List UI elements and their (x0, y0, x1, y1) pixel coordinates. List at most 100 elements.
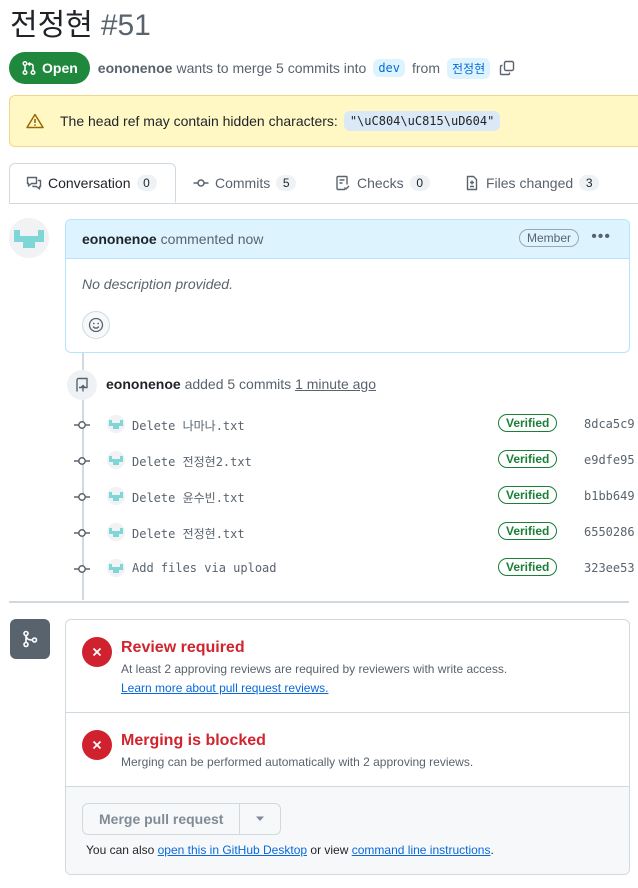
verified-badge[interactable]: Verified (498, 450, 558, 468)
comment-body: No description provided. (82, 276, 233, 292)
pr-number: #51 (100, 9, 151, 42)
merging-blocked-title: Merging is blocked (121, 732, 266, 749)
merge-alternatives: You can also open this in GitHub Desktop… (86, 843, 494, 857)
state-label: Open (42, 60, 78, 76)
review-required-title: Review required (121, 639, 245, 656)
push-author[interactable]: eononenoe (106, 376, 181, 392)
merge-pull-request-button[interactable]: Merge pull request (83, 804, 241, 834)
commit-row: Delete 나마나.txt Verified 8dca5c9 (72, 413, 638, 437)
commit-dot-icon (72, 562, 92, 579)
commit-sha-link[interactable]: e9dfe95 (584, 453, 635, 467)
open-desktop-link[interactable]: open this in GitHub Desktop (158, 843, 307, 857)
tab-files-changed[interactable]: Files changed 3 (464, 163, 600, 203)
commit-message-link[interactable]: Delete 윤수빈.txt (132, 489, 245, 506)
repo-push-icon (67, 370, 97, 400)
review-required-text: At least 2 approving reviews are require… (121, 662, 508, 676)
smiley-icon (88, 317, 104, 333)
alert-icon (26, 113, 44, 129)
commit-dot-icon (72, 418, 92, 435)
timeline-divider (9, 601, 629, 603)
tab-checks[interactable]: Checks 0 (335, 163, 430, 203)
avatar-identicon (9, 218, 49, 258)
commit-message-link[interactable]: Delete 나마나.txt (132, 417, 245, 434)
commit-author-avatar[interactable] (107, 415, 125, 433)
review-required-section: Review required At least 2 approving rev… (66, 620, 629, 713)
base-branch[interactable]: dev (373, 59, 405, 77)
pr-author-link[interactable]: eononenoe (98, 60, 173, 76)
also-middle: or view (310, 843, 349, 857)
kebab-icon[interactable]: ••• (591, 228, 611, 246)
pr-title-row: 전정현 #51 (10, 8, 151, 44)
verified-badge[interactable]: Verified (498, 486, 558, 504)
copy-branch-button[interactable] (499, 60, 515, 76)
x-circle-icon (82, 637, 112, 667)
commit-sha-link[interactable]: b1bb649 (584, 489, 635, 503)
from-text: from (412, 60, 440, 76)
verified-badge[interactable]: Verified (498, 414, 558, 432)
commit-row: Delete 전정현.txt Verified 6550286 (72, 521, 638, 545)
commit-message-link[interactable]: Add files via upload (132, 561, 277, 575)
commit-author-avatar[interactable] (107, 523, 125, 541)
pr-tabs: Conversation 0 Commits 5 Checks 0 Files … (9, 163, 638, 204)
pr-meta: Open eononenoe wants to merge 5 commits … (9, 52, 515, 84)
state-badge: Open (9, 52, 90, 84)
tab-counter: 0 (136, 175, 157, 191)
tab-label: Conversation (48, 175, 131, 191)
warning-code: "\uC804\uC815\uD604" (343, 111, 501, 131)
checklist-icon (336, 175, 350, 191)
hidden-characters-warning: The head ref may contain hidden characte… (9, 95, 638, 147)
cli-instructions-link[interactable]: command line instructions (352, 843, 491, 857)
merging-blocked-text: Merging can be performed automatically w… (121, 755, 474, 769)
review-docs-link[interactable]: Learn more about pull request reviews. (121, 681, 328, 695)
triangle-down-icon (256, 816, 265, 821)
verified-badge[interactable]: Verified (498, 522, 558, 540)
tab-counter: 5 (276, 175, 297, 191)
push-event: eononenoe added 5 commits 1 minute ago (106, 376, 376, 392)
commit-author-avatar[interactable] (107, 451, 125, 469)
merging-blocked-section: Merging is blocked Merging can be perfor… (66, 713, 629, 787)
tab-commits[interactable]: Commits 5 (193, 163, 297, 203)
merge-text: wants to merge 5 commits into (176, 60, 367, 76)
merge-button-group: Merge pull request (82, 803, 282, 835)
also-suffix: . (490, 843, 494, 857)
commit-icon (193, 179, 209, 187)
commit-sha-link[interactable]: 8dca5c9 (584, 417, 635, 431)
commit-row: Delete 전정현2.txt Verified e9dfe95 (72, 449, 638, 473)
commit-row: Add files via upload Verified 323ee53 (72, 557, 638, 581)
tab-label: Checks (357, 175, 404, 191)
copy-icon (499, 60, 515, 76)
push-time[interactable]: 1 minute ago (295, 376, 376, 392)
also-prefix: You can also (86, 843, 155, 857)
pr-title: 전정현 (10, 9, 93, 42)
commit-sha-link[interactable]: 6550286 (584, 525, 635, 539)
tab-label: Files changed (486, 175, 574, 191)
commit-sha-link[interactable]: 323ee53 (584, 561, 635, 575)
tab-label: Commits (215, 175, 271, 191)
comment-discussion-icon (26, 176, 42, 190)
pr-description-comment: eononenoe commented now Member ••• No de… (65, 219, 630, 353)
head-branch[interactable]: 전정현 (447, 57, 491, 79)
member-badge: Member (518, 229, 579, 247)
commit-message-link[interactable]: Delete 전정현2.txt (132, 453, 252, 470)
add-reaction-button[interactable] (82, 311, 110, 339)
commit-author-avatar[interactable] (107, 487, 125, 505)
verified-badge[interactable]: Verified (498, 558, 558, 576)
merge-method-dropdown[interactable] (240, 804, 280, 834)
merge-action-section: Merge pull request You can also open thi… (66, 787, 629, 874)
merge-box: Review required At least 2 approving rev… (65, 619, 630, 875)
file-diff-icon (466, 175, 478, 191)
tab-counter: 0 (409, 175, 430, 191)
commit-dot-icon (72, 526, 92, 543)
comment-author[interactable]: eononenoe (82, 231, 157, 247)
git-merge-icon (10, 619, 50, 659)
comment-author-avatar[interactable] (9, 218, 49, 258)
tab-conversation[interactable]: Conversation 0 (9, 163, 176, 203)
comment-action: commented now (160, 231, 264, 247)
tab-counter: 3 (579, 175, 600, 191)
x-circle-icon (82, 730, 112, 760)
commit-message-link[interactable]: Delete 전정현.txt (132, 525, 245, 542)
commit-author-avatar[interactable] (107, 559, 125, 577)
warning-text: The head ref may contain hidden characte… (60, 113, 338, 129)
pull-request-icon (22, 60, 36, 76)
commit-dot-icon (72, 490, 92, 507)
